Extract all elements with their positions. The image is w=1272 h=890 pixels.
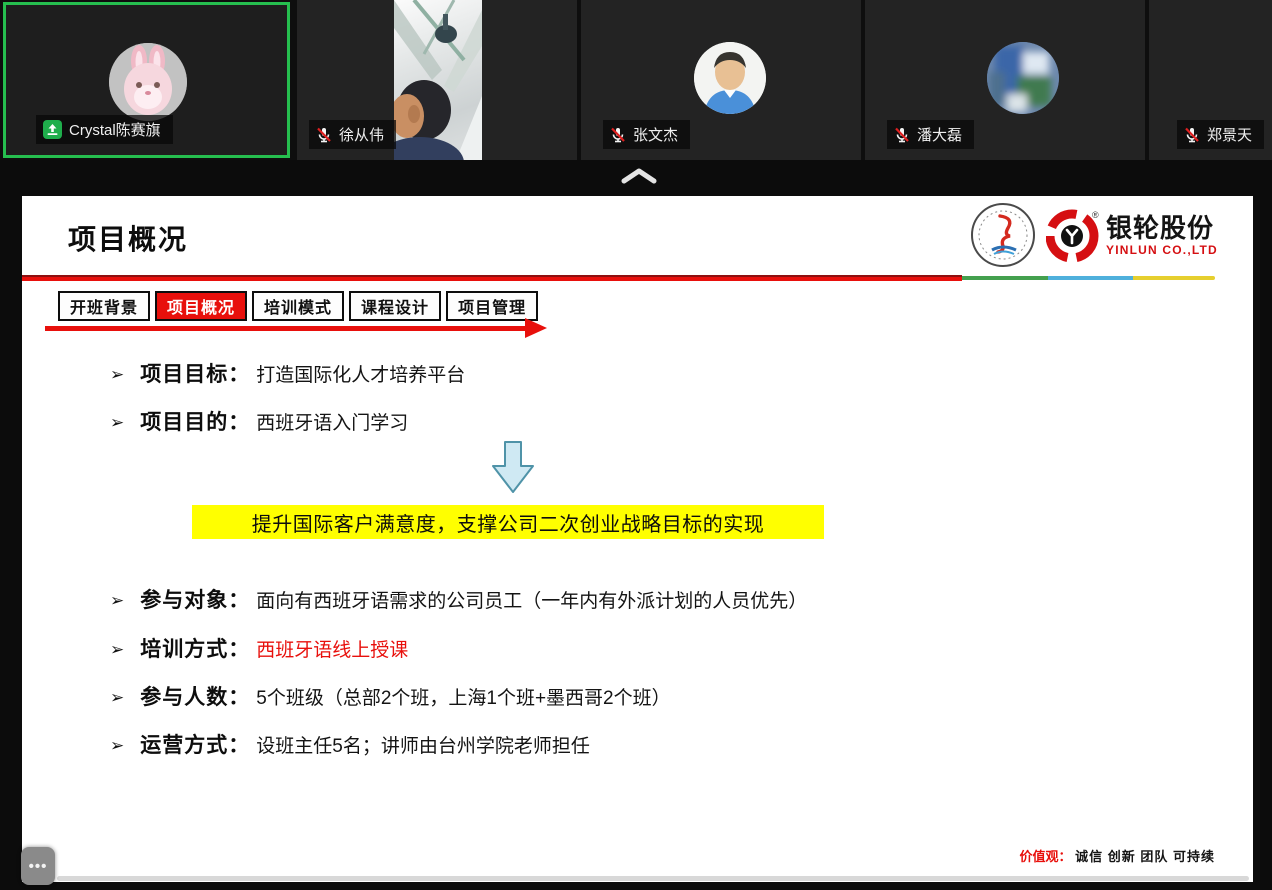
company-name: 银轮股份 bbox=[1106, 215, 1218, 241]
bullet-value: 西班牙语线上授课 bbox=[256, 635, 408, 662]
tab-kaibanbeijing: 开班背景 bbox=[58, 291, 150, 321]
participant-name: 潘大磊 bbox=[917, 124, 962, 145]
bullet-value: 5个班级（总部2个班，上海1个班+墨西哥2个班） bbox=[256, 683, 670, 710]
logo-row: ® 银轮股份 YINLUN CO.,LTD bbox=[970, 202, 1218, 268]
participant-tile[interactable]: 张文杰 bbox=[581, 0, 861, 160]
bullet-value: 面向有西班牙语需求的公司员工（一年内有外派计划的人员优先） bbox=[256, 586, 807, 613]
participant-name-tag: 张文杰 bbox=[603, 120, 690, 149]
more-panel-handle[interactable]: ••• bbox=[21, 847, 55, 885]
bullet-training-method: ➢ 培训方式： 西班牙语线上授课 bbox=[110, 633, 408, 663]
screen-share-icon bbox=[43, 120, 62, 139]
bullet-label: 项目目标： bbox=[140, 358, 250, 388]
mic-muted-icon bbox=[1184, 127, 1200, 143]
rule-segment-blue bbox=[1048, 276, 1133, 280]
highlight-banner: 提升国际客户满意度，支撑公司二次创业战略目标的实现 bbox=[192, 505, 824, 539]
values-footer: 价值观： 诚信 创新 团队 可持续 bbox=[1020, 846, 1215, 865]
mic-muted-icon bbox=[316, 127, 332, 143]
meeting-window: Crystal陈赛旗 bbox=[0, 0, 1272, 890]
yinlun-logo: ® 银轮股份 YINLUN CO.,LTD bbox=[1046, 208, 1218, 262]
down-arrow-shape bbox=[492, 441, 534, 493]
bullet-label: 参与人数： bbox=[140, 681, 250, 711]
participant-name-tag: 郑景天 bbox=[1177, 120, 1264, 149]
mic-muted-icon bbox=[610, 127, 626, 143]
participant-name: Crystal陈赛旗 bbox=[69, 119, 161, 140]
tab-kechengsheji: 课程设计 bbox=[349, 291, 441, 321]
bullet-marker: ➢ bbox=[110, 688, 124, 708]
bullet-project-goal: ➢ 项目目标： 打造国际化人才培养平台 bbox=[110, 358, 465, 388]
avatar bbox=[987, 42, 1059, 114]
mic-muted-icon bbox=[894, 127, 910, 143]
bullet-value: 西班牙语入门学习 bbox=[256, 408, 408, 435]
bullet-marker: ➢ bbox=[110, 413, 124, 433]
avatar bbox=[694, 42, 766, 114]
bullet-value: 设班主任5名；讲师由台州学院老师担任 bbox=[256, 731, 590, 758]
title-rule bbox=[22, 275, 962, 281]
bullet-headcount: ➢ 参与人数： 5个班级（总部2个班，上海1个班+墨西哥2个班） bbox=[110, 681, 671, 711]
values-footer-label: 价值观： bbox=[1020, 849, 1072, 864]
participant-name: 徐从伟 bbox=[339, 124, 384, 145]
bullet-marker: ➢ bbox=[110, 591, 124, 611]
tab-xiangmuguanli: 项目管理 bbox=[446, 291, 538, 321]
tab-peixunmoshi: 培训模式 bbox=[252, 291, 344, 321]
more-dots-icon: ••• bbox=[29, 858, 48, 875]
participant-name-tag: 徐从伟 bbox=[309, 120, 396, 149]
participant-tile[interactable]: 徐从伟 bbox=[297, 0, 577, 160]
participant-tile[interactable]: Crystal陈赛旗 bbox=[3, 2, 290, 158]
bunny-avatar-graphic bbox=[109, 43, 187, 121]
participant-tile[interactable]: 郑景天 bbox=[1149, 0, 1272, 160]
horizontal-scrollbar[interactable] bbox=[57, 876, 1249, 881]
values-footer-values: 诚信 创新 团队 可持续 bbox=[1075, 849, 1215, 864]
participant-name-tag: 潘大磊 bbox=[887, 120, 974, 149]
tab-xiangmugaikuang: 项目概况 bbox=[155, 291, 247, 321]
bullet-project-purpose: ➢ 项目目的： 西班牙语入门学习 bbox=[110, 406, 408, 436]
bullet-marker: ➢ bbox=[110, 736, 124, 756]
bullet-marker: ➢ bbox=[110, 365, 124, 385]
participant-name-tag: Crystal陈赛旗 bbox=[36, 115, 173, 144]
avatar bbox=[109, 43, 187, 121]
blurred-avatar-graphic bbox=[987, 42, 1059, 114]
chevron-up-icon bbox=[618, 165, 660, 187]
video-strip: Crystal陈赛旗 bbox=[0, 0, 1272, 160]
company-subtitle: YINLUN CO.,LTD bbox=[1106, 244, 1218, 256]
rule-segment-green bbox=[962, 276, 1048, 280]
bullet-marker: ➢ bbox=[110, 640, 124, 660]
participant-name: 张文杰 bbox=[633, 124, 678, 145]
bullet-participants: ➢ 参与对象： 面向有西班牙语需求的公司员工（一年内有外派计划的人员优先） bbox=[110, 584, 807, 614]
participant-name: 郑景天 bbox=[1207, 124, 1252, 145]
bullet-label: 运营方式： bbox=[140, 729, 250, 759]
bullet-label: 参与对象： bbox=[140, 584, 250, 614]
shared-slide: 项目概况 ® 银轮股份 YINLUN CO.,LTD bbox=[22, 196, 1253, 882]
taizhou-university-seal bbox=[970, 202, 1036, 268]
slide-tab-row: 开班背景 项目概况 培训模式 课程设计 项目管理 bbox=[58, 291, 538, 321]
bullet-label: 项目目的： bbox=[140, 406, 250, 436]
svg-text:®: ® bbox=[1092, 210, 1099, 220]
portrait-avatar-graphic bbox=[694, 42, 766, 114]
bullet-operation-method: ➢ 运营方式： 设班主任5名；讲师由台州学院老师担任 bbox=[110, 729, 590, 759]
participant-tile[interactable]: 潘大磊 bbox=[865, 0, 1145, 160]
participant-video bbox=[394, 0, 482, 160]
yinlun-wheel-logo: ® bbox=[1046, 208, 1100, 262]
red-arrow-underline bbox=[45, 326, 527, 331]
rule-segment-yellow bbox=[1133, 276, 1215, 280]
bullet-value: 打造国际化人才培养平台 bbox=[256, 360, 465, 387]
collapse-video-strip-button[interactable] bbox=[618, 165, 660, 187]
slide-title: 项目概况 bbox=[68, 218, 188, 258]
bullet-label: 培训方式： bbox=[140, 633, 250, 663]
